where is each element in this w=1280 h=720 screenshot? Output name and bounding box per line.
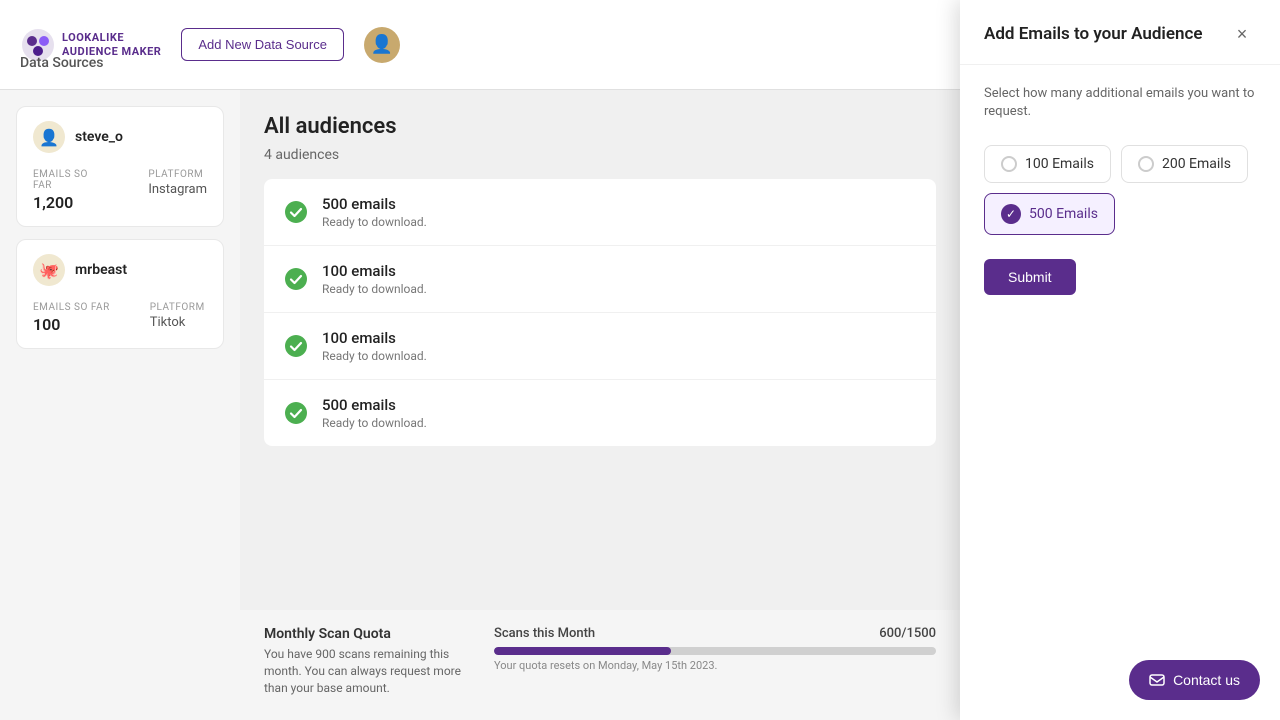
logo-text: LOOKALIKE AUDIENCE MAKER	[62, 31, 161, 57]
submit-button[interactable]: Submit	[984, 259, 1076, 295]
emails-value-steve: 1,200	[33, 193, 108, 212]
source-name-mrbeast: mrbeast	[75, 262, 127, 278]
mail-icon	[1149, 672, 1165, 688]
option-200-label: 200 Emails	[1162, 156, 1231, 172]
emails-value-mrbeast: 100	[33, 315, 110, 334]
option-500-emails[interactable]: ✓ 500 Emails	[984, 193, 1115, 235]
audiences-list: 500 emails Ready to download. 100 emails…	[264, 179, 936, 446]
quota-layout: Monthly Scan Quota You have 900 scans re…	[264, 626, 936, 696]
contact-us-button[interactable]: Contact us	[1129, 660, 1260, 700]
check-icon-3	[284, 401, 308, 425]
all-audiences-title: All audiences	[264, 114, 936, 139]
platform-label-mrbeast: PLATFORM	[150, 302, 205, 313]
overlay-subtitle: Select how many additional emails you wa…	[984, 85, 1256, 121]
overlay-panel: Add Emails to your Audience × Select how…	[960, 0, 1280, 720]
option-100-emails[interactable]: 100 Emails	[984, 145, 1111, 183]
sidebar: 👤 steve_o EMAILS SO FAR 1,200 PLATFORM I…	[0, 90, 240, 720]
audience-status-0: Ready to download.	[322, 215, 427, 229]
audience-status-3: Ready to download.	[322, 416, 427, 430]
overlay-header: Add Emails to your Audience ×	[960, 0, 1280, 65]
source-stats-steve: EMAILS SO FAR 1,200 PLATFORM Instagram	[33, 169, 207, 212]
checkmark-500: ✓	[1001, 204, 1021, 224]
source-card-header-mrbeast: 🐙 mrbeast	[33, 254, 207, 286]
quota-row: Scans this Month 600/1500	[494, 626, 936, 641]
audience-emails-0: 500 emails	[322, 195, 427, 213]
source-stats-mrbeast: EMAILS SO FAR 100 PLATFORM Tiktok	[33, 302, 207, 334]
check-icon-1	[284, 267, 308, 291]
email-options: 100 Emails 200 Emails ✓ 500 Emails	[984, 145, 1256, 235]
quota-reset-text: Your quota resets on Monday, May 15th 20…	[494, 659, 936, 672]
stat-emails-steve: EMAILS SO FAR 1,200	[33, 169, 108, 212]
top-bar: LOOKALIKE AUDIENCE MAKER Add New Data So…	[0, 0, 960, 90]
close-button[interactable]: ×	[1228, 20, 1256, 48]
quota-scans-count: 600/1500	[879, 626, 936, 641]
source-name-steve: steve_o	[75, 129, 123, 145]
option-200-emails[interactable]: 200 Emails	[1121, 145, 1248, 183]
quota-left: Monthly Scan Quota You have 900 scans re…	[264, 626, 464, 696]
quota-right: Scans this Month 600/1500 Your quota res…	[494, 626, 936, 696]
quota-description: You have 900 scans remaining this month.…	[264, 646, 464, 696]
quota-bar-area: Monthly Scan Quota You have 900 scans re…	[240, 610, 960, 720]
audience-info-0: 500 emails Ready to download.	[322, 195, 427, 229]
source-avatar-steve: 👤	[33, 121, 65, 153]
radio-200	[1138, 156, 1154, 172]
audience-info-2: 100 emails Ready to download.	[322, 329, 427, 363]
check-icon-2	[284, 334, 308, 358]
audience-emails-1: 100 emails	[322, 262, 427, 280]
check-icon-0	[284, 200, 308, 224]
stat-platform-steve: PLATFORM Instagram	[148, 169, 207, 212]
source-card-header: 👤 steve_o	[33, 121, 207, 153]
platform-label-steve: PLATFORM	[148, 169, 207, 180]
audiences-count: 4 audiences	[264, 147, 936, 163]
audience-item-3[interactable]: 500 emails Ready to download.	[264, 380, 936, 446]
platform-value-steve: Instagram	[148, 182, 207, 197]
audience-info-1: 100 emails Ready to download.	[322, 262, 427, 296]
add-data-source-button[interactable]: Add New Data Source	[181, 28, 344, 61]
audience-emails-2: 100 emails	[322, 329, 427, 347]
audience-item-2[interactable]: 100 emails Ready to download.	[264, 313, 936, 380]
source-avatar-mrbeast: 🐙	[33, 254, 65, 286]
audience-item-0[interactable]: 500 emails Ready to download.	[264, 179, 936, 246]
option-100-label: 100 Emails	[1025, 156, 1094, 172]
user-avatar: 👤	[364, 27, 400, 63]
option-500-label: 500 Emails	[1029, 206, 1098, 222]
quota-scans-label: Scans this Month	[494, 626, 595, 641]
audience-emails-3: 500 emails	[322, 396, 427, 414]
platform-value-mrbeast: Tiktok	[150, 315, 205, 330]
stat-emails-mrbeast: EMAILS SO FAR 100	[33, 302, 110, 334]
overlay-body: Select how many additional emails you wa…	[960, 65, 1280, 315]
quota-progress-fill	[494, 647, 671, 655]
audience-item-1[interactable]: 100 emails Ready to download.	[264, 246, 936, 313]
audience-status-2: Ready to download.	[322, 349, 427, 363]
quota-progress-track	[494, 647, 936, 655]
overlay-title: Add Emails to your Audience	[984, 24, 1203, 44]
emails-label-steve: EMAILS SO FAR	[33, 169, 108, 191]
audience-info-3: 500 emails Ready to download.	[322, 396, 427, 430]
data-sources-label: Data Sources	[20, 55, 103, 71]
contact-us-label: Contact us	[1173, 672, 1240, 688]
quota-title: Monthly Scan Quota	[264, 626, 464, 642]
radio-100	[1001, 156, 1017, 172]
source-card-steve[interactable]: 👤 steve_o EMAILS SO FAR 1,200 PLATFORM I…	[16, 106, 224, 227]
stat-platform-mrbeast: PLATFORM Tiktok	[150, 302, 205, 334]
source-card-mrbeast[interactable]: 🐙 mrbeast EMAILS SO FAR 100 PLATFORM Tik…	[16, 239, 224, 349]
audience-status-1: Ready to download.	[322, 282, 427, 296]
emails-label-mrbeast: EMAILS SO FAR	[33, 302, 110, 313]
